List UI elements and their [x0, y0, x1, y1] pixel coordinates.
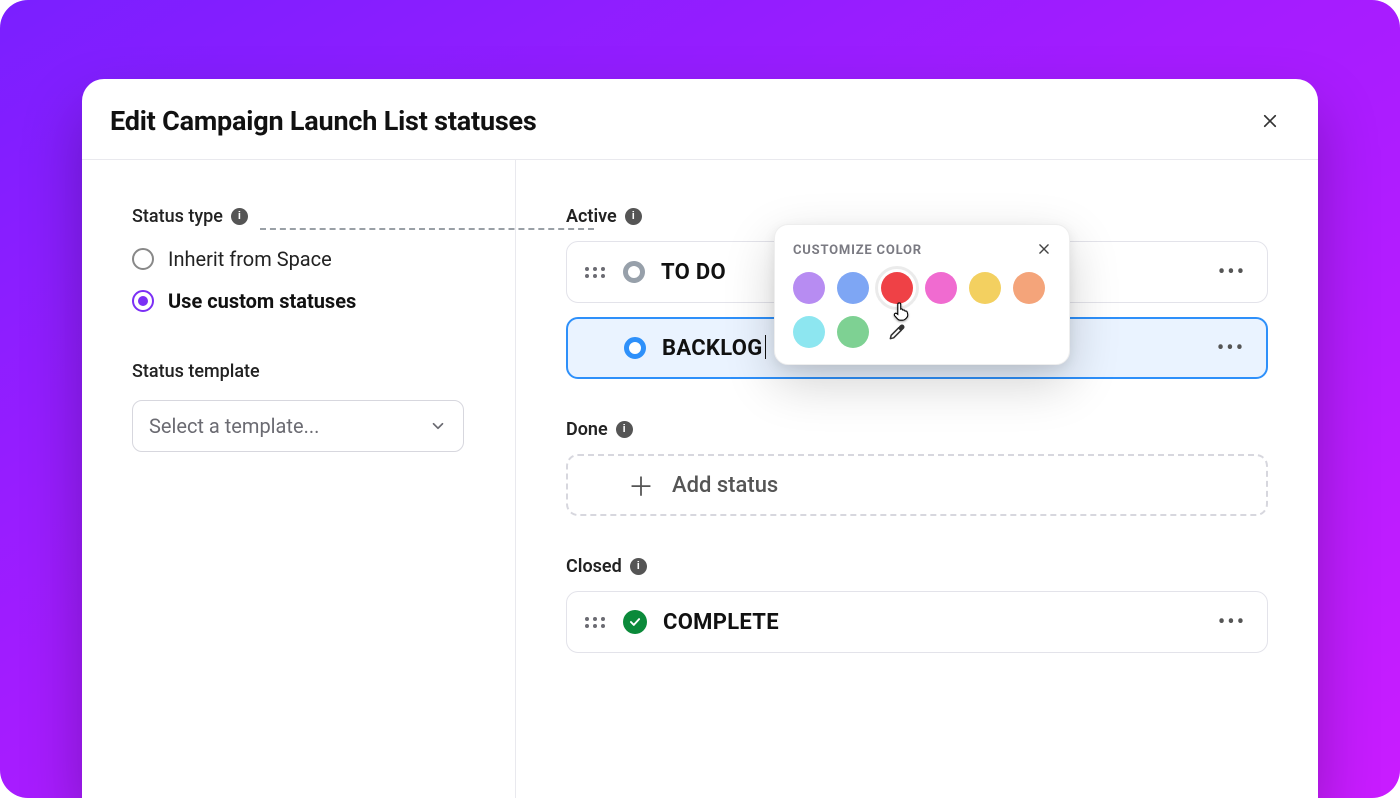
- radio-indicator: [132, 290, 154, 312]
- modal-header: Edit Campaign Launch List statuses: [82, 79, 1318, 160]
- eyedropper-icon: [887, 322, 907, 342]
- text-caret: [765, 335, 767, 359]
- info-icon[interactable]: i: [625, 208, 642, 225]
- close-icon: [1037, 242, 1051, 256]
- color-swatch-yellow[interactable]: [969, 272, 1001, 304]
- close-icon: [1261, 112, 1279, 130]
- color-swatch-grid: [793, 272, 1051, 348]
- status-template-section: Status template Select a template...: [132, 361, 465, 452]
- info-icon[interactable]: i: [231, 208, 248, 225]
- status-name: COMPLETE: [663, 610, 779, 635]
- status-complete-indicator[interactable]: [623, 610, 647, 634]
- info-icon[interactable]: i: [630, 558, 647, 575]
- drag-handle-icon[interactable]: [585, 617, 605, 628]
- radio-indicator: [132, 248, 154, 270]
- popover-title: CUSTOMIZE COLOR: [793, 243, 922, 258]
- color-swatch-purple[interactable]: [793, 272, 825, 304]
- add-status-button[interactable]: ＋ Add status: [566, 454, 1268, 516]
- radio-use-custom-statuses[interactable]: Use custom statuses: [132, 289, 465, 313]
- section-done-label: Done i: [566, 419, 1268, 440]
- status-more-button[interactable]: •••: [1215, 605, 1249, 639]
- popover-close-button[interactable]: [1037, 241, 1051, 260]
- eyedropper-button[interactable]: [881, 316, 913, 348]
- select-placeholder: Select a template...: [149, 414, 319, 438]
- radio-label: Inherit from Space: [168, 247, 332, 271]
- section-closed-label: Closed i: [566, 556, 1268, 577]
- info-icon[interactable]: i: [616, 421, 633, 438]
- drag-handle-icon[interactable]: [585, 267, 605, 278]
- color-swatch-green[interactable]: [837, 316, 869, 348]
- status-editor: Active i TO DO ••• BACKLOG •••: [516, 160, 1318, 798]
- status-type-text: Status type: [132, 206, 223, 227]
- settings-sidebar: Status type i Inherit from Space Use cus…: [82, 160, 516, 798]
- add-status-label: Add status: [672, 473, 778, 498]
- color-swatch-blue[interactable]: [837, 272, 869, 304]
- status-color-indicator[interactable]: [623, 261, 645, 283]
- status-name-input[interactable]: BACKLOG: [662, 335, 766, 361]
- status-name: TO DO: [661, 260, 726, 285]
- status-row-complete[interactable]: COMPLETE •••: [566, 591, 1268, 653]
- radio-label: Use custom statuses: [168, 289, 356, 313]
- plus-icon: ＋: [628, 467, 654, 504]
- modal-title: Edit Campaign Launch List statuses: [110, 105, 537, 137]
- color-swatch-red[interactable]: [881, 272, 913, 304]
- color-swatch-cyan[interactable]: [793, 316, 825, 348]
- status-template-select[interactable]: Select a template...: [132, 400, 464, 452]
- color-swatch-pink[interactable]: [925, 272, 957, 304]
- customize-color-popover: CUSTOMIZE COLOR: [774, 224, 1070, 365]
- status-template-label: Status template: [132, 361, 465, 382]
- check-icon: [628, 615, 642, 629]
- status-type-label: Status type i: [132, 206, 465, 227]
- chevron-down-icon: [429, 417, 447, 435]
- color-swatch-orange[interactable]: [1013, 272, 1045, 304]
- status-more-button[interactable]: •••: [1214, 331, 1248, 365]
- status-more-button[interactable]: •••: [1215, 255, 1249, 289]
- status-type-radio-group: Inherit from Space Use custom statuses: [132, 247, 465, 313]
- radio-inherit-from-space[interactable]: Inherit from Space: [132, 247, 465, 271]
- edit-statuses-modal: Edit Campaign Launch List statuses Statu…: [82, 79, 1318, 798]
- status-color-indicator[interactable]: [624, 337, 646, 359]
- close-modal-button[interactable]: [1256, 107, 1284, 135]
